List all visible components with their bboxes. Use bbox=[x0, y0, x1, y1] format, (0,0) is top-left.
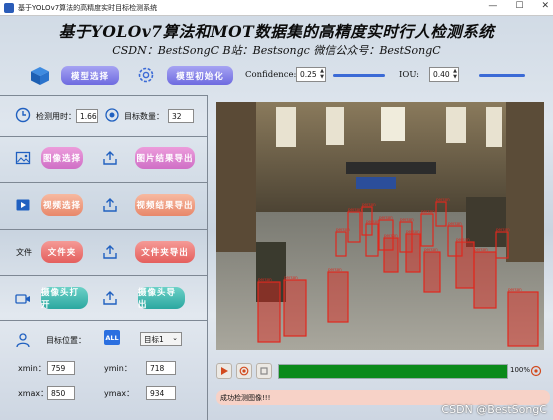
image-select-button[interactable]: 图像选择 bbox=[41, 147, 83, 169]
iou-label: IOU: bbox=[399, 70, 420, 80]
ymax-value: 934 bbox=[146, 386, 176, 400]
divider bbox=[0, 182, 207, 183]
maximize-button[interactable]: ☐ bbox=[515, 1, 523, 11]
xmax-value: 850 bbox=[47, 386, 75, 400]
detection-label: person bbox=[379, 215, 393, 220]
app-subtitle: CSDN：BestSongC B站：Bestsongc 微信公众号：BestSo… bbox=[112, 44, 441, 57]
person-icon bbox=[16, 333, 30, 348]
window-title: 基于YOLOv7算法的高精度实时目标检测系统 bbox=[18, 3, 158, 12]
video-icon bbox=[16, 199, 30, 211]
toolbar: 模型选择 模型初始化 Confidence: 0.25 ▲ ▼ IOU: 0.40 ▲… bbox=[0, 62, 553, 90]
iou-spinbox[interactable]: 0.40 ▲ ▼ bbox=[429, 67, 459, 82]
close-button[interactable]: ✕ bbox=[541, 1, 549, 11]
upload-icon bbox=[103, 151, 117, 165]
play-button[interactable] bbox=[216, 363, 232, 379]
count-label: 目标数量： bbox=[124, 112, 164, 121]
confidence-label: Confidence: bbox=[245, 70, 297, 80]
detection-label: person bbox=[400, 217, 414, 222]
loop-icon bbox=[530, 365, 542, 377]
target-position-label: 目标位置： bbox=[46, 336, 86, 345]
progress-text: 100% bbox=[510, 366, 531, 374]
record-icon bbox=[239, 366, 249, 376]
play-icon bbox=[221, 367, 228, 375]
model-init-button[interactable]: 模型初始化 bbox=[167, 66, 233, 85]
minimize-button[interactable]: — bbox=[488, 1, 497, 11]
video-export-button[interactable]: 视频结果导出 bbox=[135, 194, 195, 216]
divider bbox=[0, 275, 207, 276]
ymin-value: 718 bbox=[146, 361, 176, 375]
stop-button[interactable] bbox=[256, 363, 272, 379]
detection-label: person bbox=[448, 221, 462, 226]
divider bbox=[0, 95, 207, 96]
upload-icon bbox=[103, 291, 117, 305]
confidence-slider[interactable] bbox=[333, 74, 385, 77]
video-select-button[interactable]: 视频选择 bbox=[41, 194, 83, 216]
upload-icon bbox=[103, 198, 117, 212]
image-export-button[interactable]: 图片结果导出 bbox=[135, 147, 195, 169]
detection-label: person bbox=[474, 247, 488, 252]
detection-display: person person person person person person pers… bbox=[216, 102, 544, 350]
detection-label: person bbox=[336, 227, 350, 232]
player-controls: 100% bbox=[216, 362, 544, 380]
detection-label: person bbox=[258, 277, 272, 282]
camera-open-button[interactable]: 摄像头打开 bbox=[41, 287, 88, 310]
progress-fill bbox=[279, 365, 507, 378]
detection-label: person bbox=[496, 227, 510, 232]
time-label: 检测用时： bbox=[36, 112, 76, 121]
upload-icon bbox=[103, 245, 117, 259]
window-controls: — ☐ ✕ bbox=[488, 1, 549, 11]
progress-bar bbox=[278, 364, 508, 379]
iou-slider[interactable] bbox=[479, 74, 525, 77]
detection-label: person bbox=[406, 229, 420, 234]
left-panel: 检测用时： 1.66 目标数量： 32 图像选择 图片结果导出 视频选择 视频结… bbox=[0, 95, 207, 417]
target-count-icon bbox=[105, 108, 119, 122]
detection-label: person bbox=[508, 287, 522, 292]
detection-label: person bbox=[456, 237, 470, 242]
divider bbox=[0, 320, 207, 321]
confidence-spinbox[interactable]: 0.25 ▲ ▼ bbox=[296, 67, 326, 82]
stop-icon bbox=[260, 367, 268, 375]
xmin-label: xmin： bbox=[18, 364, 46, 373]
target-select[interactable]: 目标1 ⌄ bbox=[140, 332, 182, 346]
image-icon bbox=[15, 151, 31, 165]
all-badge: ALL bbox=[104, 330, 120, 345]
detection-label: person bbox=[362, 202, 376, 207]
camera-icon bbox=[15, 294, 30, 304]
xmin-value: 759 bbox=[47, 361, 75, 375]
ymin-label: ymin： bbox=[104, 364, 132, 373]
folder-select-button[interactable]: 文件夹 bbox=[41, 241, 83, 263]
ymax-label: ymax： bbox=[104, 389, 135, 398]
loop-button[interactable] bbox=[528, 363, 544, 379]
detection-label: person bbox=[348, 207, 362, 212]
folder-export-button[interactable]: 文件夹导出 bbox=[135, 241, 195, 263]
gear-icon bbox=[138, 67, 154, 83]
app-icon bbox=[4, 2, 14, 13]
app-title: 基于YOLOv7算法和MOT数据集的高精度实时行人检测系统 bbox=[58, 22, 495, 41]
detection-label: person bbox=[328, 267, 342, 272]
record-button[interactable] bbox=[236, 363, 252, 379]
xmax-label: xmax： bbox=[18, 389, 49, 398]
detection-label: person bbox=[436, 197, 450, 202]
timer-icon bbox=[15, 107, 31, 123]
panel-divider bbox=[207, 95, 208, 420]
camera-export-button[interactable]: 摄像头导出 bbox=[138, 287, 185, 310]
time-value: 1.66 bbox=[76, 109, 98, 123]
detection-label: person bbox=[284, 275, 298, 280]
window-title-bar: 基于YOLOv7算法的高精度实时目标检测系统 — ☐ ✕ bbox=[0, 0, 553, 16]
detection-label: person bbox=[384, 233, 398, 238]
divider bbox=[0, 229, 207, 230]
detection-label: person bbox=[421, 209, 435, 214]
detection-overlay: person personpersonpersonpersonpersonpers… bbox=[257, 197, 539, 347]
model-select-button[interactable]: 模型选择 bbox=[61, 66, 119, 85]
count-value: 32 bbox=[168, 109, 194, 123]
divider bbox=[0, 136, 207, 137]
folder-icon: 文件 bbox=[16, 248, 32, 257]
watermark: CSDN @BestSongC bbox=[441, 403, 547, 416]
detection-label: person bbox=[424, 247, 438, 252]
cube-icon bbox=[31, 67, 49, 85]
